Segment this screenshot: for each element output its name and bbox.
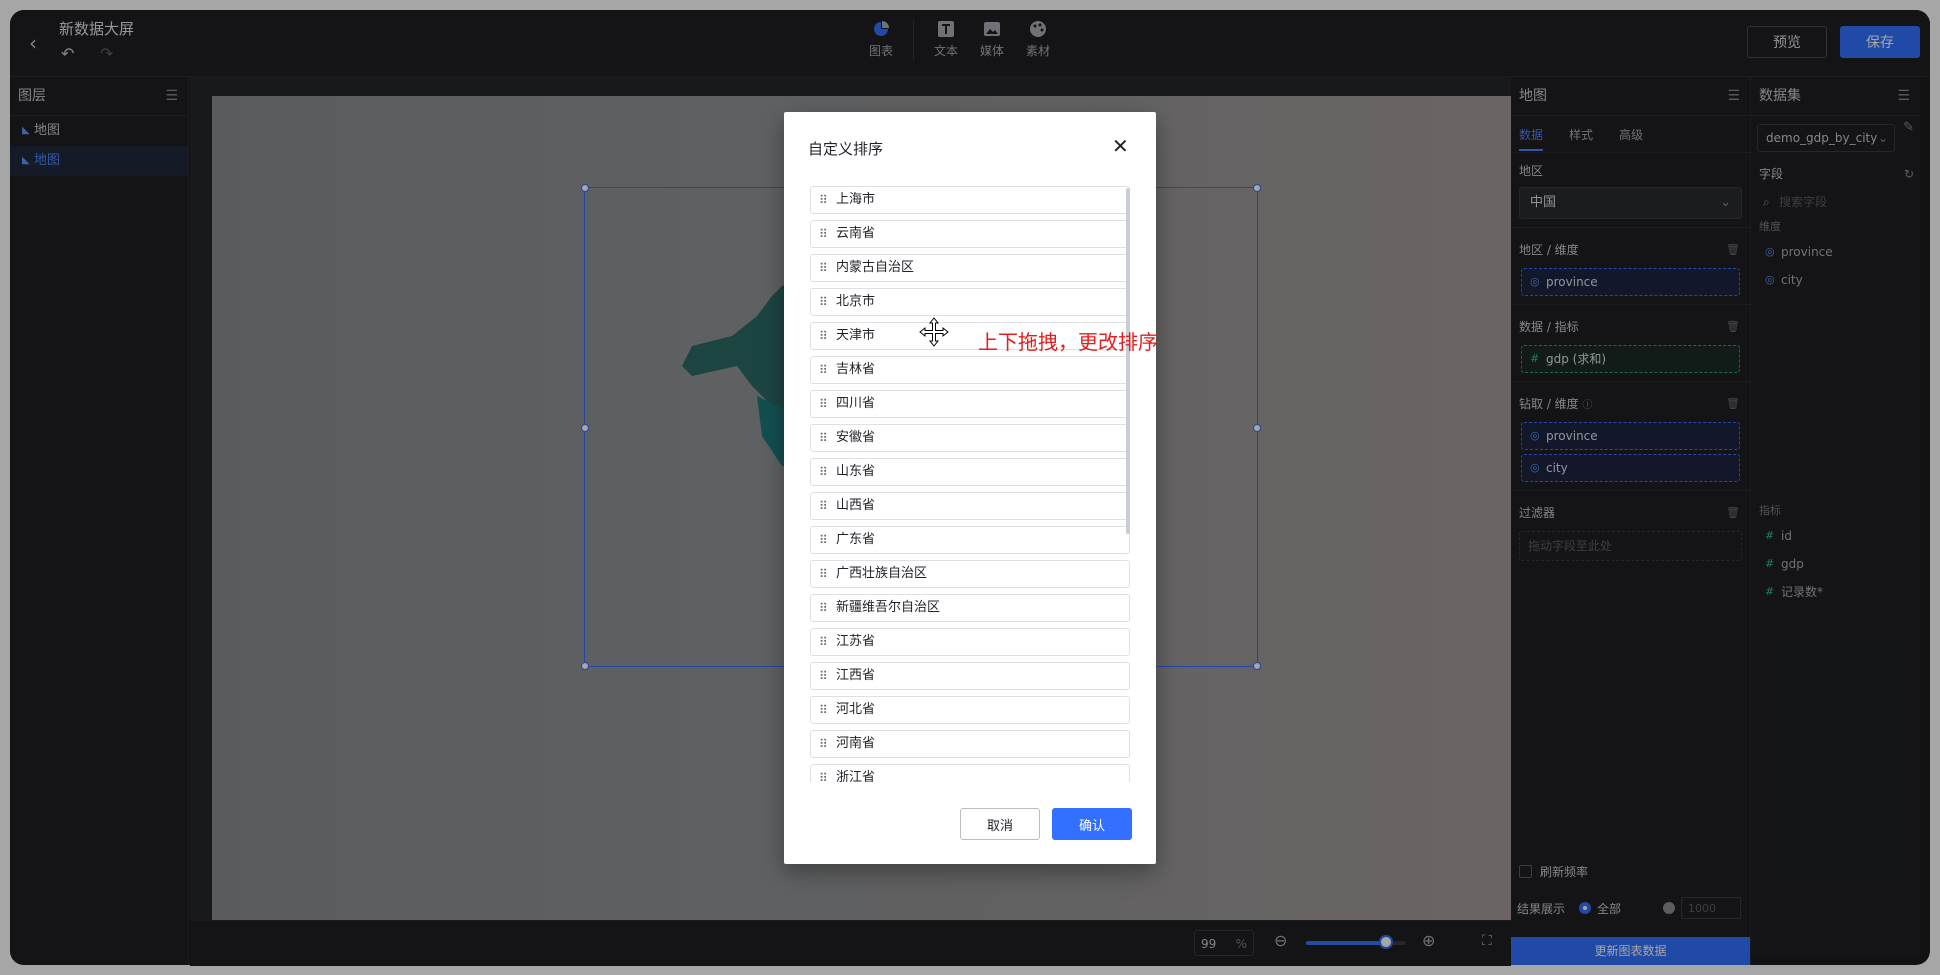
sort-list-item[interactable]: ⠿ 广东省 [810,526,1130,554]
drag-handle-icon[interactable]: ⠿ [819,731,828,757]
sort-item-label: 上海市 [836,192,876,207]
drag-handle-icon[interactable]: ⠿ [819,561,828,587]
sort-list: ⠿ 上海市 ⠿ 云南省 ⠿ 内蒙古自治区 ⠿ 北京市 ⠿ 天津市 ⠿ 吉林省 ⠿ 四川省 ⠿ 安徽省 ⠿ 山东省 ⠿… [810,186,1132,782]
drag-handle-icon[interactable]: ⠿ [819,697,828,723]
sort-item-label: 河北省 [836,702,876,717]
custom-sort-dialog: 自定义排序 ✕ ⠿ 上海市 ⠿ 云南省 ⠿ 内蒙古自治区 ⠿ 北京市 ⠿ 天津市 ⠿ 吉林省 ⠿ 四川省 ⠿… [784,112,1156,864]
drag-handle-icon[interactable]: ⠿ [819,289,828,315]
drag-handle-icon[interactable]: ⠿ [819,629,828,655]
drag-handle-icon[interactable]: ⠿ [819,527,828,553]
confirm-button[interactable]: 确认 [1052,808,1132,840]
drag-handle-icon[interactable]: ⠿ [819,595,828,621]
sort-item-label: 内蒙古自治区 [836,260,915,275]
sort-item-label: 天津市 [836,328,876,343]
dialog-title: 自定义排序 [808,140,884,158]
drag-handle-icon[interactable]: ⠿ [819,425,828,451]
drag-handle-icon[interactable]: ⠿ [819,187,828,213]
drag-handle-icon[interactable]: ⠿ [819,221,828,247]
sort-item-label: 山西省 [836,498,876,513]
sort-item-label: 北京市 [836,294,876,309]
sort-list-item[interactable]: ⠿ 云南省 [810,220,1130,248]
sort-list-item[interactable]: ⠿ 浙江省 [810,764,1130,782]
sort-list-item[interactable]: ⠿ 广西壮族自治区 [810,560,1130,588]
drag-handle-icon[interactable]: ⠿ [819,357,828,383]
drag-handle-icon[interactable]: ⠿ [819,459,828,485]
move-cursor-icon [919,317,949,347]
cancel-button[interactable]: 取消 [960,808,1040,840]
sort-item-label: 山东省 [836,464,876,479]
sort-item-label: 广西壮族自治区 [836,566,928,581]
sort-list-item[interactable]: ⠿ 安徽省 [810,424,1130,452]
drag-handle-icon[interactable]: ⠿ [819,255,828,281]
sort-list-item[interactable]: ⠿ 内蒙古自治区 [810,254,1130,282]
drag-handle-icon[interactable]: ⠿ [819,765,828,782]
drag-handle-icon[interactable]: ⠿ [819,663,828,689]
sort-list-item[interactable]: ⠿ 河北省 [810,696,1130,724]
sort-list-item[interactable]: ⠿ 江西省 [810,662,1130,690]
close-icon[interactable]: ✕ [1112,136,1129,156]
list-scrollbar[interactable] [1126,188,1130,534]
sort-list-item[interactable]: ⠿ 新疆维吾尔自治区 [810,594,1130,622]
sort-item-label: 吉林省 [836,362,876,377]
sort-item-label: 四川省 [836,396,876,411]
sort-item-label: 浙江省 [836,770,876,782]
sort-list-item[interactable]: ⠿ 吉林省 [810,356,1130,384]
drag-handle-icon[interactable]: ⠿ [819,391,828,417]
sort-item-label: 江西省 [836,668,876,683]
sort-list-item[interactable]: ⠿ 四川省 [810,390,1130,418]
sort-list-item[interactable]: ⠿ 山东省 [810,458,1130,486]
sort-list-item[interactable]: ⠿ 山西省 [810,492,1130,520]
sort-item-label: 江苏省 [836,634,876,649]
sort-item-label: 广东省 [836,532,876,547]
sort-list-item[interactable]: ⠿ 河南省 [810,730,1130,758]
sort-item-label: 云南省 [836,226,876,241]
sort-item-label: 新疆维吾尔自治区 [836,600,941,615]
sort-list-item[interactable]: ⠿ 北京市 [810,288,1130,316]
sort-item-label: 安徽省 [836,430,876,445]
drag-hint-annotation: 上下拖拽，更改排序 [978,330,1158,354]
sort-list-item[interactable]: ⠿ 江苏省 [810,628,1130,656]
sort-list-item[interactable]: ⠿ 上海市 [810,186,1130,214]
sort-item-label: 河南省 [836,736,876,751]
drag-handle-icon[interactable]: ⠿ [819,323,828,349]
drag-handle-icon[interactable]: ⠿ [819,493,828,519]
